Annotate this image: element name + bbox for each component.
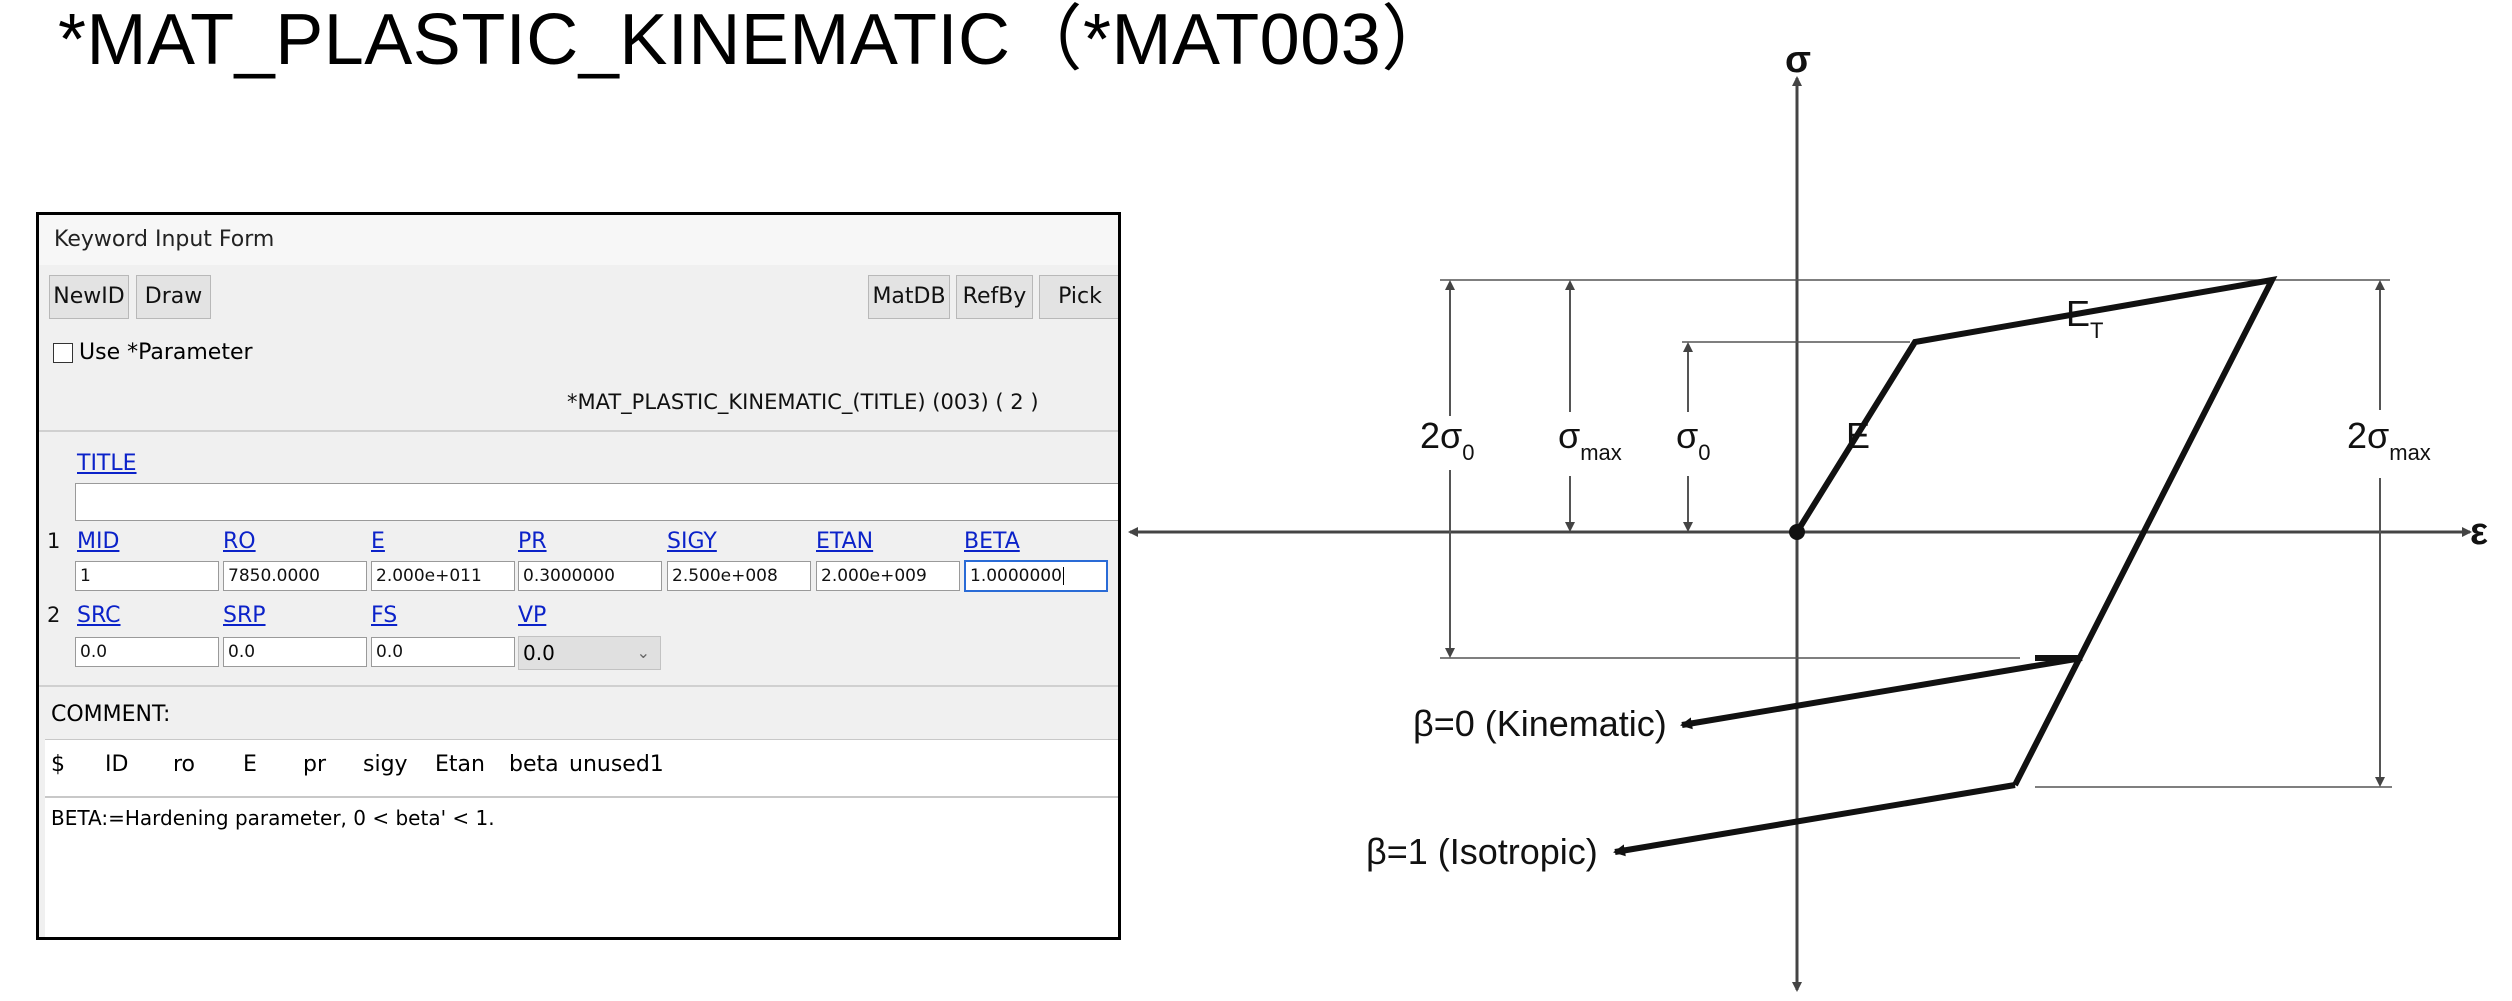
epsilon-axis-label: ε: [2470, 511, 2488, 553]
elastic-modulus-label: E: [1846, 415, 1870, 456]
comment-col: unused1: [569, 752, 664, 777]
divider: [39, 430, 1118, 432]
row-number-2: 2: [47, 603, 61, 627]
e-input[interactable]: 2.000e+011: [371, 561, 515, 591]
field-label-ro[interactable]: RO: [223, 529, 256, 554]
comment-header-line[interactable]: $ ID ro E pr sigy Etan beta unused1: [45, 739, 1118, 797]
beta-input[interactable]: 1.0000000: [964, 560, 1108, 592]
title-field-label[interactable]: TITLE: [77, 451, 137, 476]
comment-col: ID: [105, 752, 129, 777]
comment-col: pr: [303, 752, 327, 777]
two-sigma-max-sub: max: [2389, 440, 2431, 465]
field-label-etan[interactable]: ETAN: [816, 529, 873, 554]
tangent-modulus-sub: T: [2090, 318, 2103, 343]
etan-input[interactable]: 2.000e+009: [816, 561, 960, 591]
fs-input[interactable]: 0.0: [371, 637, 515, 667]
window-title: Keyword Input Form: [54, 227, 275, 252]
two-sigma-max-label: 2σmax: [2347, 415, 2431, 465]
sigy-input[interactable]: 2.500e+008: [667, 561, 811, 591]
sigma-axis-label: σ: [1785, 39, 1811, 81]
title-input[interactable]: [75, 483, 1118, 521]
pick-button[interactable]: Pick: [1039, 275, 1118, 319]
newid-button[interactable]: NewID: [49, 275, 129, 319]
comment-col: ro: [173, 752, 196, 777]
sigma0-sub: 0: [1698, 440, 1710, 465]
field-label-srp[interactable]: SRP: [223, 603, 266, 628]
field-label-sigy[interactable]: SIGY: [667, 529, 717, 554]
mid-input[interactable]: 1: [75, 561, 219, 591]
matdb-button[interactable]: MatDB: [868, 275, 950, 319]
origin-point: [1789, 524, 1805, 540]
tangent-modulus-main: E: [2066, 293, 2090, 334]
vp-select[interactable]: 0.0 ⌄: [518, 636, 661, 670]
two-sigma-max-main: 2σ: [2347, 415, 2389, 456]
comment-col: E: [243, 752, 257, 777]
two-sigma0-sub: 0: [1462, 440, 1474, 465]
tangent-modulus-label: ET: [2066, 293, 2103, 343]
field-label-fs[interactable]: FS: [371, 603, 397, 628]
field-label-src[interactable]: SRC: [77, 603, 121, 628]
divider: [39, 685, 1118, 687]
beta1-label: β=1 (Isotropic): [1366, 831, 1598, 872]
comment-col: $: [51, 752, 65, 777]
text-caret: [1062, 567, 1064, 585]
comment-col: beta: [509, 752, 559, 777]
sigma0-label: σ0: [1676, 415, 1710, 465]
hardening-diagram: σ ε 2σ0 σmax σ0 E ET 2σmax β=0 (Kinemati…: [1128, 39, 2488, 992]
refby-button[interactable]: RefBy: [956, 275, 1033, 319]
chevron-down-icon: ⌄: [636, 643, 650, 662]
comment-text: BETA:=Hardening parameter, 0 < beta' < 1…: [51, 806, 495, 830]
sigma0-main: σ: [1676, 415, 1698, 456]
comment-label: COMMENT:: [51, 702, 171, 727]
field-label-pr[interactable]: PR: [518, 529, 547, 554]
comment-col: Etan: [435, 752, 485, 777]
use-parameter-row[interactable]: Use *Parameter: [53, 340, 253, 365]
srp-input[interactable]: 0.0: [223, 637, 367, 667]
field-label-beta[interactable]: BETA: [964, 529, 1020, 554]
comment-col: sigy: [363, 752, 408, 777]
use-parameter-checkbox[interactable]: [53, 342, 73, 363]
ro-input[interactable]: 7850.0000: [223, 561, 367, 591]
beta0-arrow: [1680, 655, 2083, 730]
two-sigma0-label: 2σ0: [1420, 415, 1475, 465]
vp-select-value: 0.0: [523, 641, 555, 665]
field-label-e[interactable]: E: [371, 529, 385, 554]
row-number-1: 1: [47, 529, 61, 553]
sigma-max-label: σmax: [1558, 415, 1622, 465]
field-label-vp[interactable]: VP: [518, 603, 546, 628]
keyword-input-form: Keyword Input Form NewID Draw MatDB RefB…: [36, 212, 1121, 940]
keyword-heading: *MAT_PLASTIC_KINEMATIC_(TITLE) (003) ( 2…: [567, 390, 1039, 414]
comment-text-area[interactable]: BETA:=Hardening parameter, 0 < beta' < 1…: [45, 797, 1118, 937]
sigma-max-sub: max: [1580, 440, 1622, 465]
field-label-mid[interactable]: MID: [77, 529, 119, 554]
sigma-max-main: σ: [1558, 415, 1580, 456]
src-input[interactable]: 0.0: [75, 637, 219, 667]
pr-input[interactable]: 0.3000000: [518, 561, 662, 591]
beta-input-value: 1.0000000: [970, 566, 1062, 586]
beta1-arrow: [1613, 782, 2016, 857]
use-parameter-label: Use *Parameter: [79, 340, 253, 365]
beta0-label: β=0 (Kinematic): [1413, 703, 1667, 744]
two-sigma0-main: 2σ: [1420, 415, 1462, 456]
draw-button[interactable]: Draw: [136, 275, 211, 319]
window-titlebar: Keyword Input Form: [39, 215, 1118, 265]
